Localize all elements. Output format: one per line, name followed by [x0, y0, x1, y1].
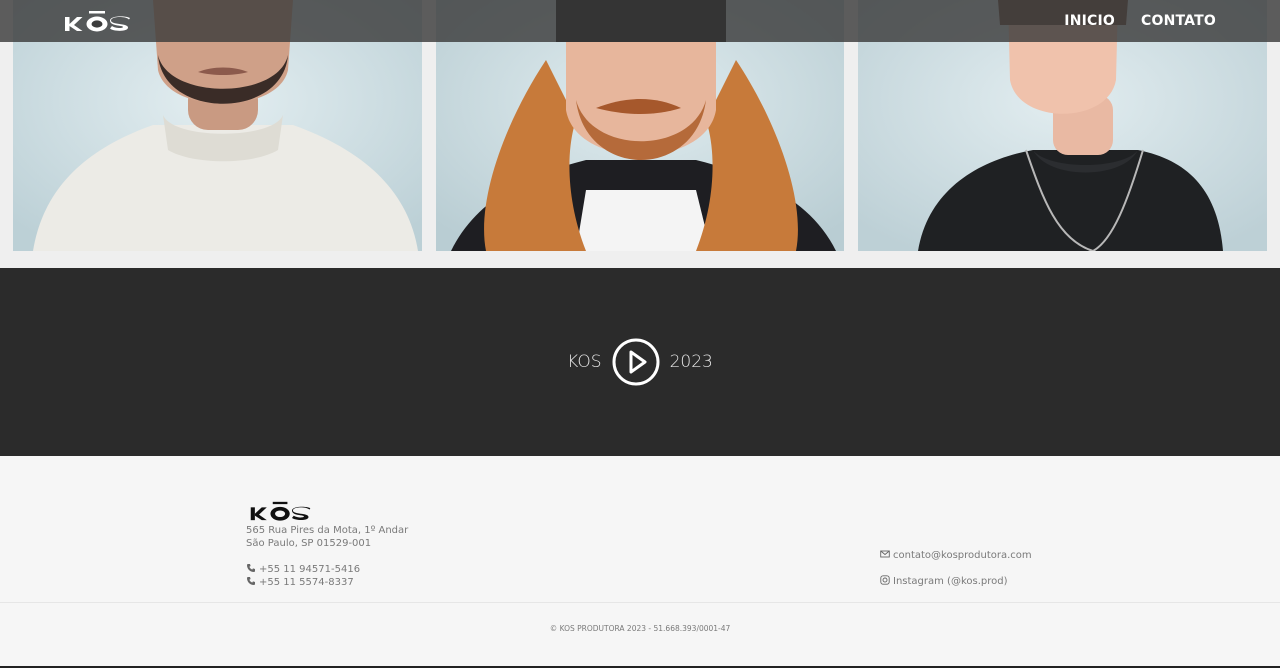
play-icon[interactable]: [612, 338, 660, 386]
email-link[interactable]: contato@kosprodutora.com: [880, 549, 1032, 562]
main-nav: INICIO CONTATO: [1064, 0, 1216, 42]
instagram-icon: [880, 575, 890, 585]
phone-1-text: +55 11 94571-5416: [259, 564, 361, 575]
address-line-2: São Paulo, SP 01529-001: [246, 538, 372, 549]
phone-2-text: +55 11 5574-8337: [259, 577, 354, 588]
phone-icon: [247, 564, 255, 572]
phone-icon: [247, 577, 255, 585]
kos-logo[interactable]: [64, 9, 132, 33]
copyright-text: © KOS PRODUTORA 2023 - 51.668.393/0001-4…: [549, 624, 731, 633]
video-section: KOS 2023: [0, 268, 1280, 456]
site-footer: 565 Rua Pires da Mota, 1º Andar São Paul…: [0, 456, 1280, 668]
phone-1[interactable]: +55 11 94571-5416: [246, 563, 360, 576]
envelope-icon: [880, 550, 890, 558]
footer-divider: [0, 602, 1280, 603]
video-title-left: KOS: [567, 352, 602, 372]
video-title-row: KOS 2023: [0, 338, 1280, 386]
phone-2[interactable]: +55 11 5574-8337: [246, 576, 354, 589]
site-header: INICIO CONTATO: [0, 0, 1280, 42]
nav-link-contato[interactable]: CONTATO: [1141, 13, 1216, 29]
instagram-text: Instagram (@kos.prod): [893, 576, 1008, 587]
address-line-1: 565 Rua Pires da Mota, 1º Andar: [246, 525, 409, 536]
email-text: contato@kosprodutora.com: [893, 550, 1032, 561]
instagram-link[interactable]: Instagram (@kos.prod): [880, 575, 1008, 588]
nav-link-inicio[interactable]: INICIO: [1064, 13, 1115, 29]
footer-kos-logo: [250, 501, 311, 521]
video-title-right: 2023: [669, 352, 713, 372]
